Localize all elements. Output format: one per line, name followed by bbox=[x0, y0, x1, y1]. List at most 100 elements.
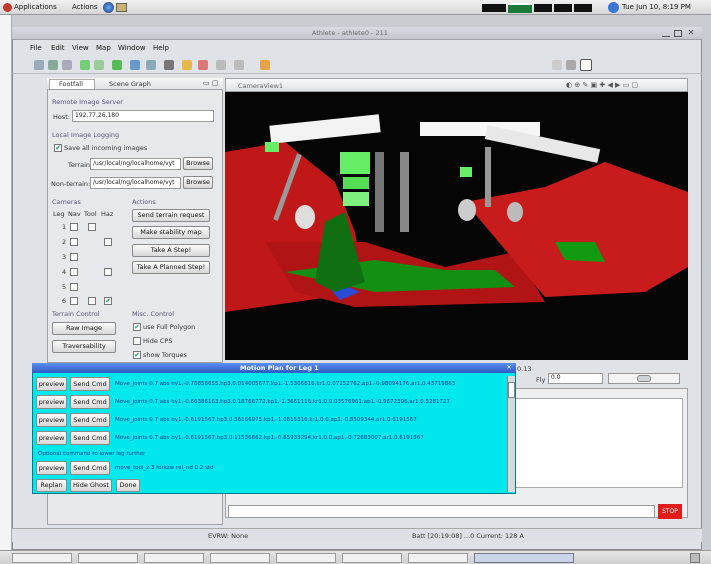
host-input[interactable]: 192.77.26.180 bbox=[72, 110, 214, 122]
send-cmd-button[interactable]: Send Cmd bbox=[70, 431, 110, 445]
stop-sign-icon[interactable] bbox=[580, 59, 592, 71]
taskbar-button[interactable] bbox=[144, 553, 204, 563]
tray-workspace-5[interactable] bbox=[574, 4, 592, 12]
taskbar-button-active[interactable] bbox=[474, 553, 574, 563]
minimize-icon[interactable] bbox=[662, 30, 670, 37]
camera-haz-checkbox[interactable]: ✔ bbox=[104, 297, 112, 305]
traversability-button[interactable]: Traversability bbox=[52, 340, 116, 353]
camera-icon[interactable] bbox=[130, 60, 140, 70]
mail-launcher-icon[interactable] bbox=[116, 3, 127, 12]
camera-nav-checkbox[interactable] bbox=[70, 297, 78, 305]
motion-plan-title-bar[interactable]: Motion Plan for Leg 1 ✕ bbox=[32, 363, 516, 373]
camera-nav-checkbox[interactable] bbox=[70, 283, 78, 291]
stop-button[interactable]: STOP bbox=[658, 504, 682, 519]
menu-edit[interactable]: Edit bbox=[51, 44, 65, 52]
taskbar-button[interactable] bbox=[342, 553, 402, 563]
camera-view-toolbar-icons[interactable]: ◐ ⊕ ✎ ▣ ✚ ◀ ▶ ▭ ▢ bbox=[566, 81, 638, 89]
scrollbar-thumb[interactable] bbox=[508, 382, 515, 398]
fly-slider-thumb[interactable] bbox=[637, 375, 651, 382]
menu-view[interactable]: View bbox=[72, 44, 89, 52]
take-a-step-button[interactable]: Take A Step! bbox=[132, 244, 210, 257]
camera-tool-checkbox[interactable] bbox=[88, 297, 96, 305]
tray-workspace-2[interactable] bbox=[508, 3, 532, 13]
send-cmd-button[interactable]: Send Cmd bbox=[70, 395, 110, 409]
fly-input[interactable]: 0.0 bbox=[548, 373, 603, 384]
camera-nav-checkbox[interactable] bbox=[70, 253, 78, 261]
connect-icon[interactable] bbox=[80, 60, 90, 70]
target-icon[interactable] bbox=[164, 60, 174, 70]
close-icon[interactable]: ✕ bbox=[686, 28, 696, 38]
take-planned-step-button[interactable]: Take A Planned Step! bbox=[132, 261, 210, 274]
command-input[interactable] bbox=[228, 505, 655, 518]
camera-tool-checkbox[interactable] bbox=[88, 223, 96, 231]
fly-slider[interactable] bbox=[608, 373, 680, 384]
maximize-icon[interactable] bbox=[674, 30, 682, 37]
nav-back-icon[interactable] bbox=[216, 60, 226, 70]
camera-nav-checkbox[interactable] bbox=[70, 238, 78, 246]
pin-icon[interactable] bbox=[260, 60, 270, 70]
use-full-polygon-checkbox[interactable]: ✔ bbox=[133, 323, 141, 331]
browser-launcher-icon[interactable] bbox=[103, 2, 114, 13]
preview-button[interactable]: preview bbox=[36, 461, 67, 475]
motion-plan-close-icon[interactable]: ✕ bbox=[505, 364, 513, 372]
taskbar-button[interactable] bbox=[12, 553, 72, 563]
nonterrain-path-input[interactable]: /usr/local/ng/localhome/vyt bbox=[90, 177, 181, 189]
trash-icon[interactable] bbox=[690, 553, 700, 563]
nav-forward-icon[interactable] bbox=[234, 60, 244, 70]
applications-menu[interactable]: Applications bbox=[14, 3, 57, 11]
motion-plan-scrollbar[interactable] bbox=[507, 376, 515, 492]
window-title-bar[interactable]: Athlete - athlete0 - 211 ✕ bbox=[12, 27, 702, 40]
panel-minmax-icon[interactable]: ▭ ▢ bbox=[203, 79, 218, 87]
raw-image-button[interactable]: Raw Image bbox=[52, 322, 116, 335]
scene-graph-tab-label[interactable]: Scene Graph bbox=[109, 80, 151, 88]
send-cmd-button[interactable]: Send Cmd bbox=[70, 377, 110, 391]
show-torques-checkbox[interactable]: ✔ bbox=[133, 351, 141, 359]
open-icon[interactable] bbox=[48, 60, 58, 70]
make-stability-map-button[interactable]: Make stability map bbox=[132, 226, 210, 239]
taskbar-button[interactable] bbox=[78, 553, 138, 563]
new-icon[interactable] bbox=[34, 60, 44, 70]
menu-window[interactable]: Window bbox=[118, 44, 146, 52]
replan-button[interactable]: Replan bbox=[36, 479, 67, 492]
menu-map[interactable]: Map bbox=[96, 44, 111, 52]
camera-view-tab-label[interactable]: CameraView1 bbox=[238, 82, 283, 90]
send-cmd-button[interactable]: Send Cmd bbox=[70, 461, 110, 475]
map-icon[interactable] bbox=[146, 60, 156, 70]
save-images-checkbox[interactable]: ✔ bbox=[54, 144, 62, 152]
palette-icon[interactable] bbox=[198, 60, 208, 70]
done-button[interactable]: Done bbox=[116, 479, 140, 492]
camera-nav-checkbox[interactable] bbox=[70, 223, 78, 231]
terrain-browse-button[interactable]: Browse bbox=[183, 157, 213, 170]
gnome-foot-icon[interactable] bbox=[3, 3, 12, 12]
camera-haz-checkbox[interactable] bbox=[104, 268, 112, 276]
actions-menu[interactable]: Actions bbox=[72, 3, 98, 11]
hide-ghost-button[interactable]: Hide Ghost bbox=[70, 479, 112, 492]
send-cmd-button[interactable]: Send Cmd bbox=[70, 413, 110, 427]
terrain-path-input[interactable]: /usr/local/ng/localhome/vyt bbox=[90, 158, 181, 170]
tray-workspace-1[interactable] bbox=[482, 4, 506, 12]
taskbar-button[interactable] bbox=[210, 553, 270, 563]
console-output[interactable] bbox=[505, 398, 683, 488]
camera-nav-checkbox[interactable] bbox=[70, 268, 78, 276]
refresh-icon[interactable] bbox=[112, 60, 122, 70]
preview-button[interactable]: preview bbox=[36, 377, 67, 391]
sun-icon[interactable] bbox=[182, 60, 192, 70]
taskbar-button[interactable] bbox=[276, 553, 336, 563]
send-terrain-request-button[interactable]: Send terrain request bbox=[132, 209, 210, 222]
taskbar-button[interactable] bbox=[408, 553, 468, 563]
camera-haz-checkbox[interactable] bbox=[104, 238, 112, 246]
nonterrain-browse-button[interactable]: Browse bbox=[183, 176, 213, 189]
camera-view-3d[interactable] bbox=[225, 92, 688, 360]
disconnect-icon[interactable] bbox=[94, 60, 104, 70]
layout-icon[interactable] bbox=[566, 60, 576, 70]
preview-button[interactable]: preview bbox=[36, 431, 67, 445]
menu-help[interactable]: Help bbox=[153, 44, 169, 52]
menu-file[interactable]: File bbox=[30, 44, 42, 52]
hide-cps-checkbox[interactable] bbox=[133, 337, 141, 345]
tray-workspace-3[interactable] bbox=[534, 4, 552, 12]
perspective-icon[interactable] bbox=[552, 60, 562, 70]
clock[interactable]: Tue Jun 10, 8:19 PM bbox=[622, 3, 691, 11]
preview-button[interactable]: preview bbox=[36, 395, 67, 409]
tray-workspace-4[interactable] bbox=[554, 4, 572, 12]
preview-button[interactable]: preview bbox=[36, 413, 67, 427]
